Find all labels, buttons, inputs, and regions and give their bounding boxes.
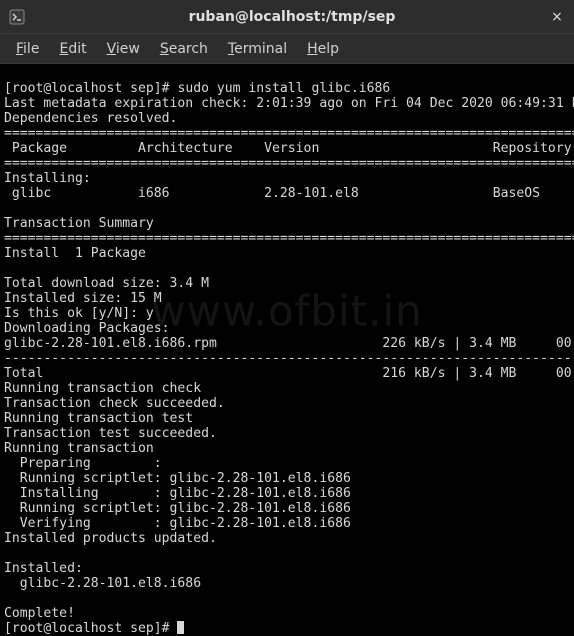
window-title: ruban@localhost:/tmp/sep bbox=[36, 9, 548, 25]
cursor bbox=[177, 621, 184, 634]
output-line: Installing: bbox=[4, 171, 91, 186]
menu-terminal[interactable]: Terminal bbox=[218, 37, 297, 61]
output-line: Total 216 kB/s | 3.4 MB 00:16 bbox=[4, 366, 574, 381]
prompt: [root@localhost sep]# bbox=[4, 81, 177, 96]
output-line: Installed: bbox=[4, 561, 83, 576]
output-line: Installed size: 15 M bbox=[4, 291, 162, 306]
output-line: Transaction Summary bbox=[4, 216, 154, 231]
command: sudo yum install glibc.i686 bbox=[177, 81, 390, 96]
output-line: Downloading Packages: bbox=[4, 321, 170, 336]
output-line: Running scriptlet: glibc-2.28-101.el8.i6… bbox=[4, 501, 574, 516]
rule: ----------------------------------------… bbox=[4, 351, 574, 366]
output-line: Total download size: 3.4 M bbox=[4, 276, 209, 291]
output-line: Is this ok [y/N]: y bbox=[4, 306, 154, 321]
terminal-app-icon bbox=[8, 8, 26, 26]
output-line: Running transaction test bbox=[4, 411, 193, 426]
menu-view[interactable]: View bbox=[97, 37, 150, 61]
menu-search[interactable]: Search bbox=[150, 37, 218, 61]
prompt: [root@localhost sep]# bbox=[4, 621, 177, 636]
terminal-output[interactable]: [root@localhost sep]# sudo yum install g… bbox=[0, 64, 574, 636]
output-line: Running transaction bbox=[4, 441, 154, 456]
rule: ========================================… bbox=[4, 126, 574, 141]
output-line: Dependencies resolved. bbox=[4, 111, 177, 126]
menu-file[interactable]: File bbox=[6, 37, 49, 61]
output-line: Running transaction check bbox=[4, 381, 201, 396]
table-row: glibc i686 2.28-101.el8 BaseOS 3.4 M bbox=[4, 186, 574, 201]
output-line: Install 1 Package bbox=[4, 246, 146, 261]
table-header: Package Architecture Version Repository … bbox=[4, 141, 574, 156]
menu-help[interactable]: Help bbox=[297, 37, 349, 61]
menubar: File Edit View Search Terminal Help bbox=[0, 34, 574, 64]
output-line: Verifying : glibc-2.28-101.el8.i686 1/1 bbox=[4, 516, 574, 531]
rule: ========================================… bbox=[4, 156, 574, 171]
output-line: glibc-2.28-101.el8.i686.rpm 226 kB/s | 3… bbox=[4, 336, 574, 351]
output-line: Preparing : 1/1 bbox=[4, 456, 574, 471]
output-line: Last metadata expiration check: 2:01:39 … bbox=[4, 96, 574, 111]
output-line: Installing : glibc-2.28-101.el8.i686 1/1 bbox=[4, 486, 574, 501]
menu-edit[interactable]: Edit bbox=[49, 37, 96, 61]
titlebar: ruban@localhost:/tmp/sep × bbox=[0, 0, 574, 34]
output-line: glibc-2.28-101.el8.i686 bbox=[4, 576, 574, 591]
output-line: Running scriptlet: glibc-2.28-101.el8.i6… bbox=[4, 471, 574, 486]
output-line: Installed products updated. bbox=[4, 531, 217, 546]
close-button[interactable]: × bbox=[548, 9, 566, 25]
output-line: Transaction test succeeded. bbox=[4, 426, 217, 441]
output-line: Complete! bbox=[4, 606, 75, 621]
rule: ========================================… bbox=[4, 231, 574, 246]
output-line: Transaction check succeeded. bbox=[4, 396, 225, 411]
